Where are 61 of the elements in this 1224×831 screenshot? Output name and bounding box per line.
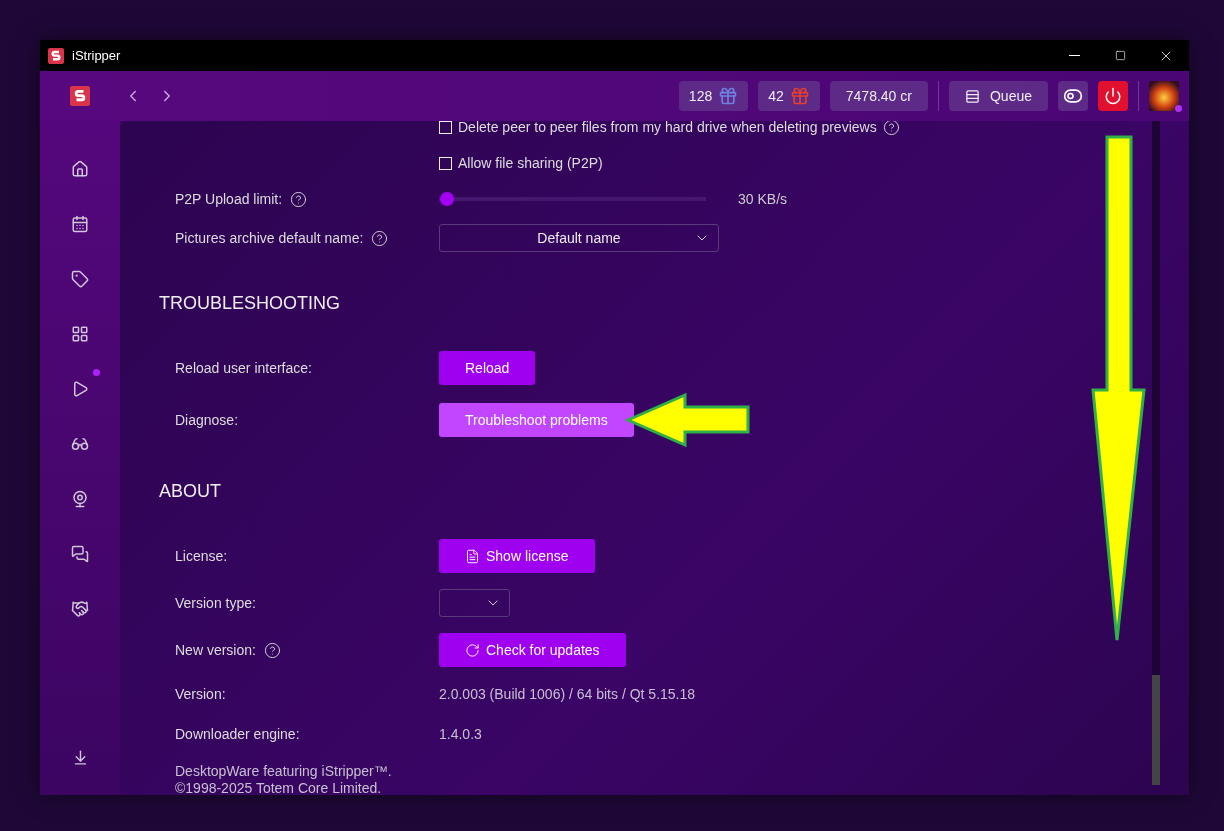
gift-icon [718, 86, 739, 106]
checkbox-label[interactable]: Delete peer to peer files from my hard drive when deleting previews [458, 121, 877, 135]
app-logo[interactable] [70, 86, 90, 106]
window-title: iStripper [72, 48, 121, 63]
counter-value: 42 [768, 88, 784, 104]
setting-label: Version type: [175, 595, 256, 611]
checkbox[interactable] [439, 121, 452, 134]
play-icon [71, 380, 89, 398]
chat-icon [71, 545, 89, 563]
copyright-text: ©1998-2025 Totem Core Limited. [175, 780, 382, 795]
minimize-icon [1068, 55, 1080, 56]
setting-label: P2P Upload limit: [175, 191, 283, 207]
setting-label: Pictures archive default name: [175, 230, 364, 246]
setting-label: Reload user interface: [175, 360, 312, 376]
credits-button[interactable]: 7478.40 cr [829, 81, 928, 111]
slider-thumb[interactable] [440, 192, 454, 206]
scrollbar[interactable] [1152, 121, 1160, 785]
handshake-icon [71, 600, 89, 618]
copyright-text: DesktopWare featuring iStripper™. [175, 763, 392, 780]
home-icon [71, 160, 89, 178]
webcam-icon [71, 490, 89, 508]
refresh-icon [465, 642, 480, 658]
calendar-icon [71, 215, 89, 233]
help-icon[interactable] [371, 229, 389, 247]
section-heading: ABOUT [159, 479, 222, 503]
gift-counter[interactable]: 42 [758, 81, 820, 111]
setting-label: License: [175, 548, 228, 564]
queue-button[interactable]: Queue [948, 81, 1048, 111]
section-heading: TROUBLESHOOTING [159, 291, 342, 315]
slider-reading: 30 KB/s [738, 191, 788, 207]
setting-value: 1.4.0.3 [439, 726, 482, 742]
maximize-icon [1114, 50, 1126, 61]
power-icon [1104, 87, 1122, 105]
tag-icon [71, 270, 89, 288]
action-button[interactable]: Troubleshoot problems [439, 403, 634, 437]
app-logo [48, 47, 64, 64]
action-button[interactable]: Reload [439, 351, 536, 385]
counter-value: 128 [688, 88, 713, 104]
setting-label: Version: [175, 686, 226, 702]
action-button[interactable]: Check for updates [439, 633, 626, 667]
avatar-image[interactable] [1149, 81, 1179, 111]
list-icon [964, 88, 980, 104]
toggle-icon [1063, 86, 1083, 106]
gift-icon [789, 86, 810, 106]
document-icon [465, 548, 480, 564]
power-button[interactable] [1098, 81, 1128, 111]
goggles-icon [71, 435, 89, 453]
checkbox[interactable] [439, 156, 452, 170]
toggle-button[interactable] [1058, 81, 1088, 111]
grid-icon [71, 325, 89, 343]
dropdown[interactable]: Default name [439, 224, 719, 252]
help-icon[interactable] [882, 121, 900, 136]
gift-counter[interactable]: 128 [678, 81, 749, 111]
help-icon[interactable] [290, 190, 308, 208]
setting-label: New version: [175, 642, 256, 658]
setting-label: Downloader engine: [175, 726, 300, 742]
setting-value: 2.0.003 (Build 1006) / 64 bits / Qt 5.15.18 [439, 686, 696, 702]
action-button[interactable]: Show license [439, 539, 595, 573]
checkbox-label[interactable]: Allow file sharing (P2P) [458, 155, 603, 171]
setting-label: Diagnose: [175, 412, 239, 428]
help-icon[interactable] [263, 641, 281, 659]
